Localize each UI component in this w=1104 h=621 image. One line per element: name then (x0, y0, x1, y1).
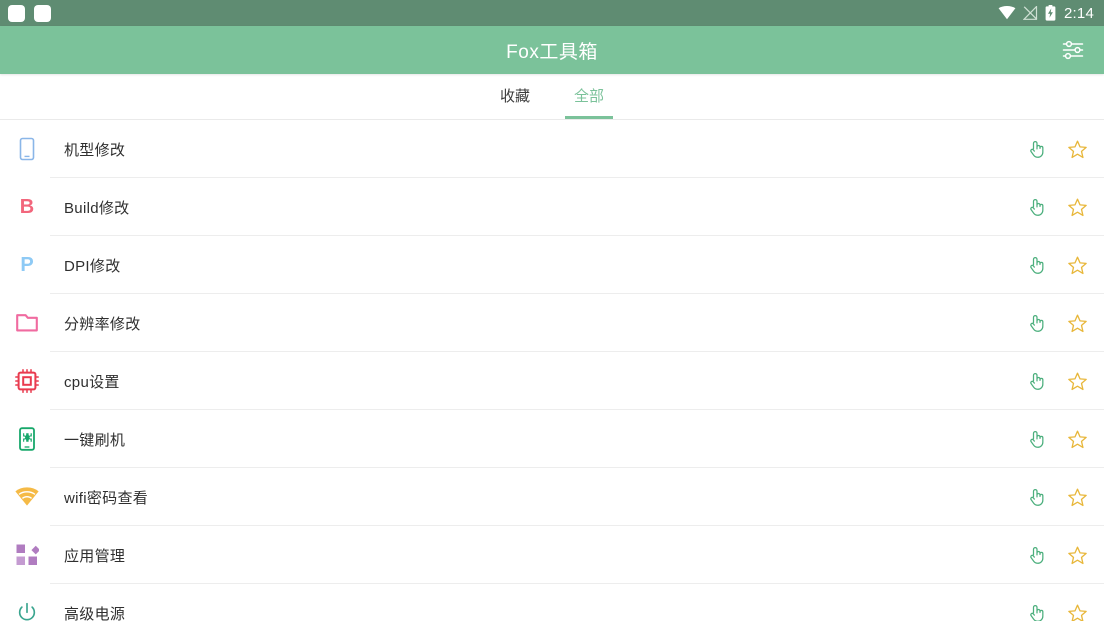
tab-bar: 收藏 全部 (0, 74, 1104, 120)
list-item-actions (1023, 542, 1090, 568)
list-item[interactable]: cpu设置 (0, 352, 1104, 410)
status-bar-notifications (8, 4, 51, 22)
list-item-actions (1023, 426, 1090, 452)
power-icon (14, 600, 40, 621)
touch-app-icon[interactable] (1023, 194, 1049, 220)
list-item[interactable]: 机型修改 (0, 120, 1104, 178)
touch-app-icon[interactable] (1023, 310, 1049, 336)
list-item-actions (1023, 252, 1090, 278)
status-bar-system-icons: 2:14 (998, 5, 1094, 21)
touch-app-icon[interactable] (1023, 426, 1049, 452)
list-item[interactable]: 应用管理 (0, 526, 1104, 584)
flash-phone-icon (14, 426, 40, 452)
status-bar: 2:14 (0, 0, 1104, 26)
tab-indicator (491, 116, 539, 119)
list-item[interactable]: P DPI修改 (0, 236, 1104, 294)
cpu-chip-icon (14, 368, 40, 394)
list-item-actions (1023, 194, 1090, 220)
crop-frame-icon (14, 310, 40, 336)
tool-list: 机型修改 B Build修改 P DPI修改 分辨率修改 cpu设置 一键刷机 … (0, 120, 1104, 621)
list-item-actions (1023, 484, 1090, 510)
list-item-label: DPI修改 (64, 257, 121, 275)
notification-badge-icon (8, 4, 25, 22)
star-outline-icon[interactable] (1064, 252, 1090, 278)
star-outline-icon[interactable] (1064, 600, 1090, 621)
wifi-password-icon (14, 484, 40, 510)
list-item-actions (1023, 136, 1090, 162)
letter-p-icon: P (20, 254, 34, 276)
signal-off-icon (1023, 6, 1038, 20)
list-item-label: 应用管理 (64, 547, 126, 565)
list-item-label: wifi密码查看 (64, 489, 149, 507)
status-bar-clock: 2:14 (1064, 4, 1094, 22)
list-item[interactable]: 分辨率修改 (0, 294, 1104, 352)
tab-label: 收藏 (499, 88, 530, 105)
list-item[interactable]: B Build修改 (0, 178, 1104, 236)
tab-label: 全部 (574, 88, 605, 105)
touch-app-icon[interactable] (1023, 484, 1049, 510)
list-item-label: Build修改 (64, 199, 130, 217)
apps-grid-icon (14, 542, 40, 568)
wifi-icon (998, 6, 1016, 20)
star-outline-icon[interactable] (1064, 426, 1090, 452)
list-item[interactable]: 一键刷机 (0, 410, 1104, 468)
list-item[interactable]: 高级电源 (0, 584, 1104, 621)
tab-favorites[interactable]: 收藏 (491, 74, 539, 119)
star-outline-icon[interactable] (1064, 368, 1090, 394)
list-item-label: 机型修改 (64, 141, 126, 159)
touch-app-icon[interactable] (1023, 136, 1049, 162)
list-item[interactable]: wifi密码查看 (0, 468, 1104, 526)
star-outline-icon[interactable] (1064, 194, 1090, 220)
tab-all[interactable]: 全部 (565, 74, 614, 119)
star-outline-icon[interactable] (1064, 136, 1090, 162)
list-item-label: 一键刷机 (64, 431, 126, 449)
page-title: Fox工具箱 (506, 41, 598, 63)
list-item-actions (1023, 310, 1090, 336)
list-item-label: 高级电源 (64, 605, 126, 621)
list-item-actions (1023, 600, 1090, 621)
list-item-actions (1023, 368, 1090, 394)
smartphone-icon (14, 136, 40, 162)
list-item-label: cpu设置 (64, 373, 120, 391)
battery-charging-icon (1045, 5, 1056, 21)
touch-app-icon[interactable] (1023, 600, 1049, 621)
app-bar: Fox工具箱 (0, 26, 1104, 74)
letter-b-icon: B (19, 196, 35, 218)
star-outline-icon[interactable] (1064, 310, 1090, 336)
star-outline-icon[interactable] (1064, 484, 1090, 510)
touch-app-icon[interactable] (1023, 252, 1049, 278)
touch-app-icon[interactable] (1023, 542, 1049, 568)
tab-indicator (565, 116, 614, 119)
touch-app-icon[interactable] (1023, 368, 1049, 394)
list-item-label: 分辨率修改 (64, 315, 141, 333)
notification-badge-icon (34, 4, 51, 22)
star-outline-icon[interactable] (1064, 542, 1090, 568)
tune-icon[interactable] (1056, 33, 1090, 67)
